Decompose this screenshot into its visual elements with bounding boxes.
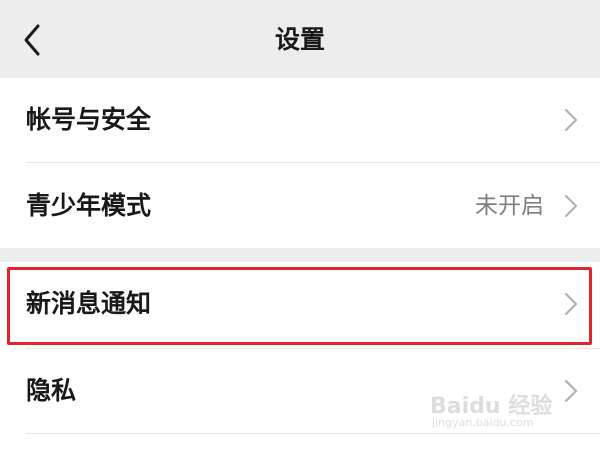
settings-item-label: 青少年模式 [26,191,152,220]
settings-item-label: 新消息通知 [26,289,152,318]
chevron-right-icon [564,108,578,132]
settings-item-label: 帐号与安全 [26,105,152,134]
row-divider [26,162,600,163]
baidu-jingyan-watermark: Baidu 经验 jingyan.baidu.com [430,388,570,436]
settings-item-new-message-notification[interactable]: 新消息通知 [0,262,600,346]
chevron-right-icon [564,194,578,218]
settings-item-label: 隐私 [26,376,77,405]
settings-item-value: 未开启 [475,193,544,219]
header-bar: 设置 [0,0,600,78]
settings-group-account: 帐号与安全 青少年模式 未开启 [0,78,600,248]
watermark-url: jingyan.baidu.com [432,416,534,429]
settings-item-teen-mode[interactable]: 青少年模式 未开启 [0,164,600,248]
chevron-right-icon [564,292,578,316]
page-title: 设置 [274,25,325,54]
settings-item-account-security[interactable]: 帐号与安全 [0,78,600,162]
